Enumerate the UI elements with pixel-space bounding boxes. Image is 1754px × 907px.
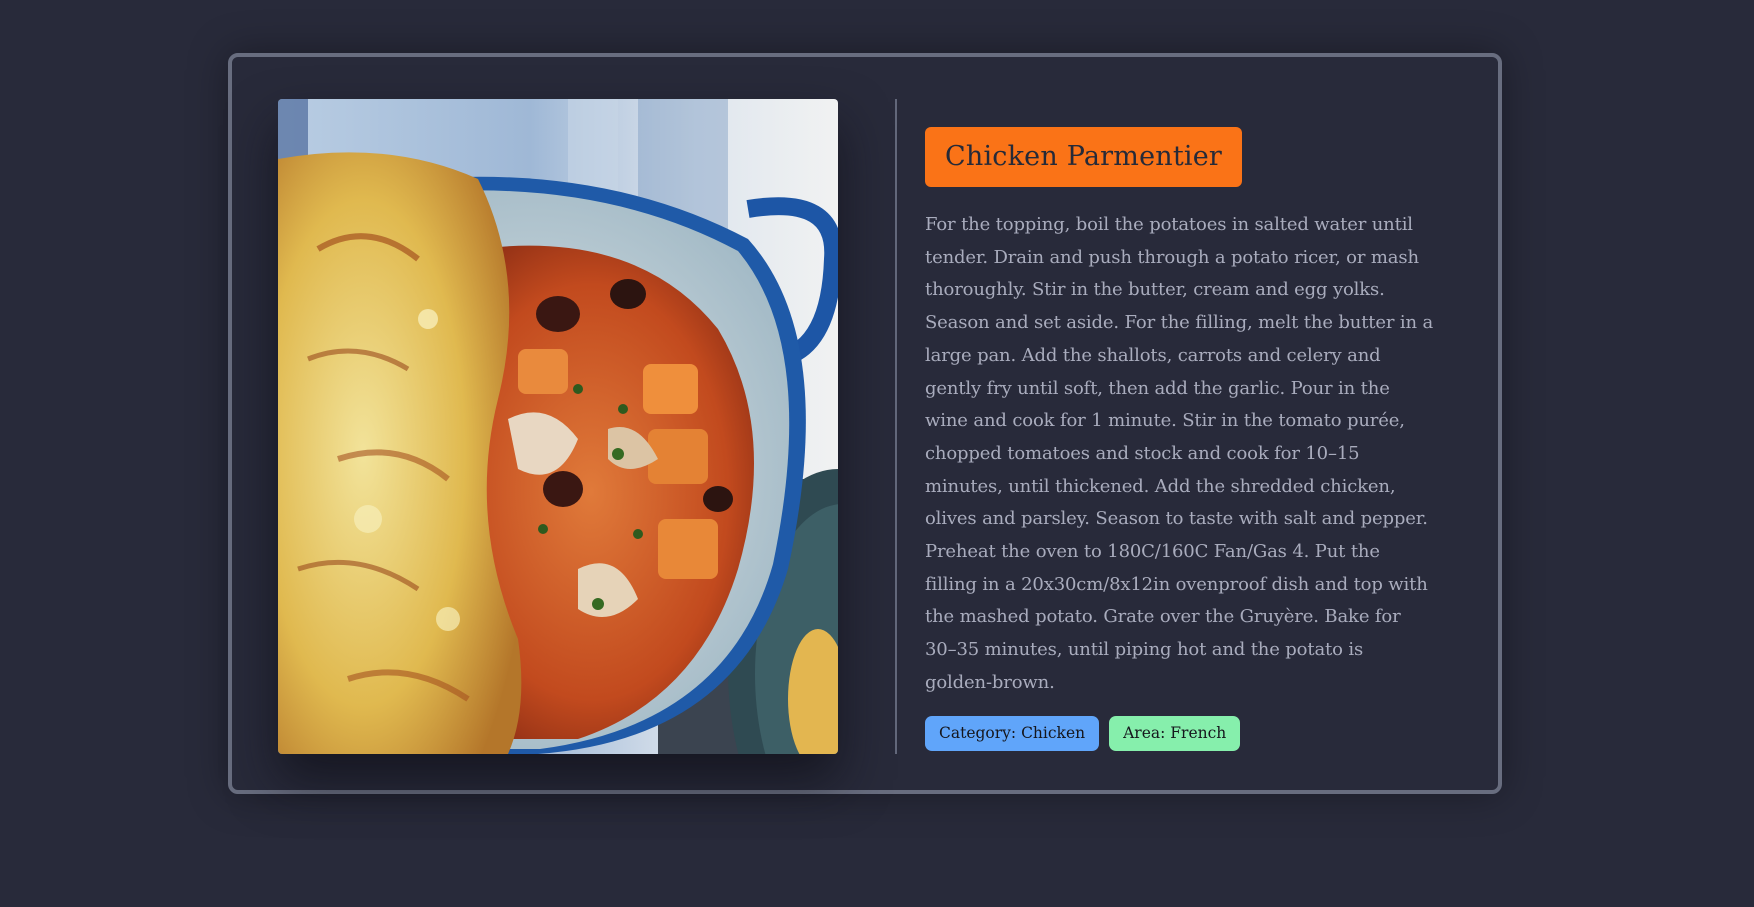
meal-tags: Category: Chicken Area: French xyxy=(925,715,1435,751)
meal-title: Chicken Parmentier xyxy=(925,127,1243,187)
area-tag: Area: French xyxy=(1109,715,1241,751)
meal-details: Chicken Parmentier For the topping, boil… xyxy=(925,127,1435,751)
meal-photo xyxy=(278,99,838,754)
meal-card: Chicken Parmentier For the topping, boil… xyxy=(228,53,1502,794)
vertical-divider xyxy=(895,99,897,754)
meal-instructions: For the topping, boil the potatoes in sa… xyxy=(925,214,1434,693)
category-tag: Category: Chicken xyxy=(925,715,1100,751)
meal-image xyxy=(278,99,838,754)
